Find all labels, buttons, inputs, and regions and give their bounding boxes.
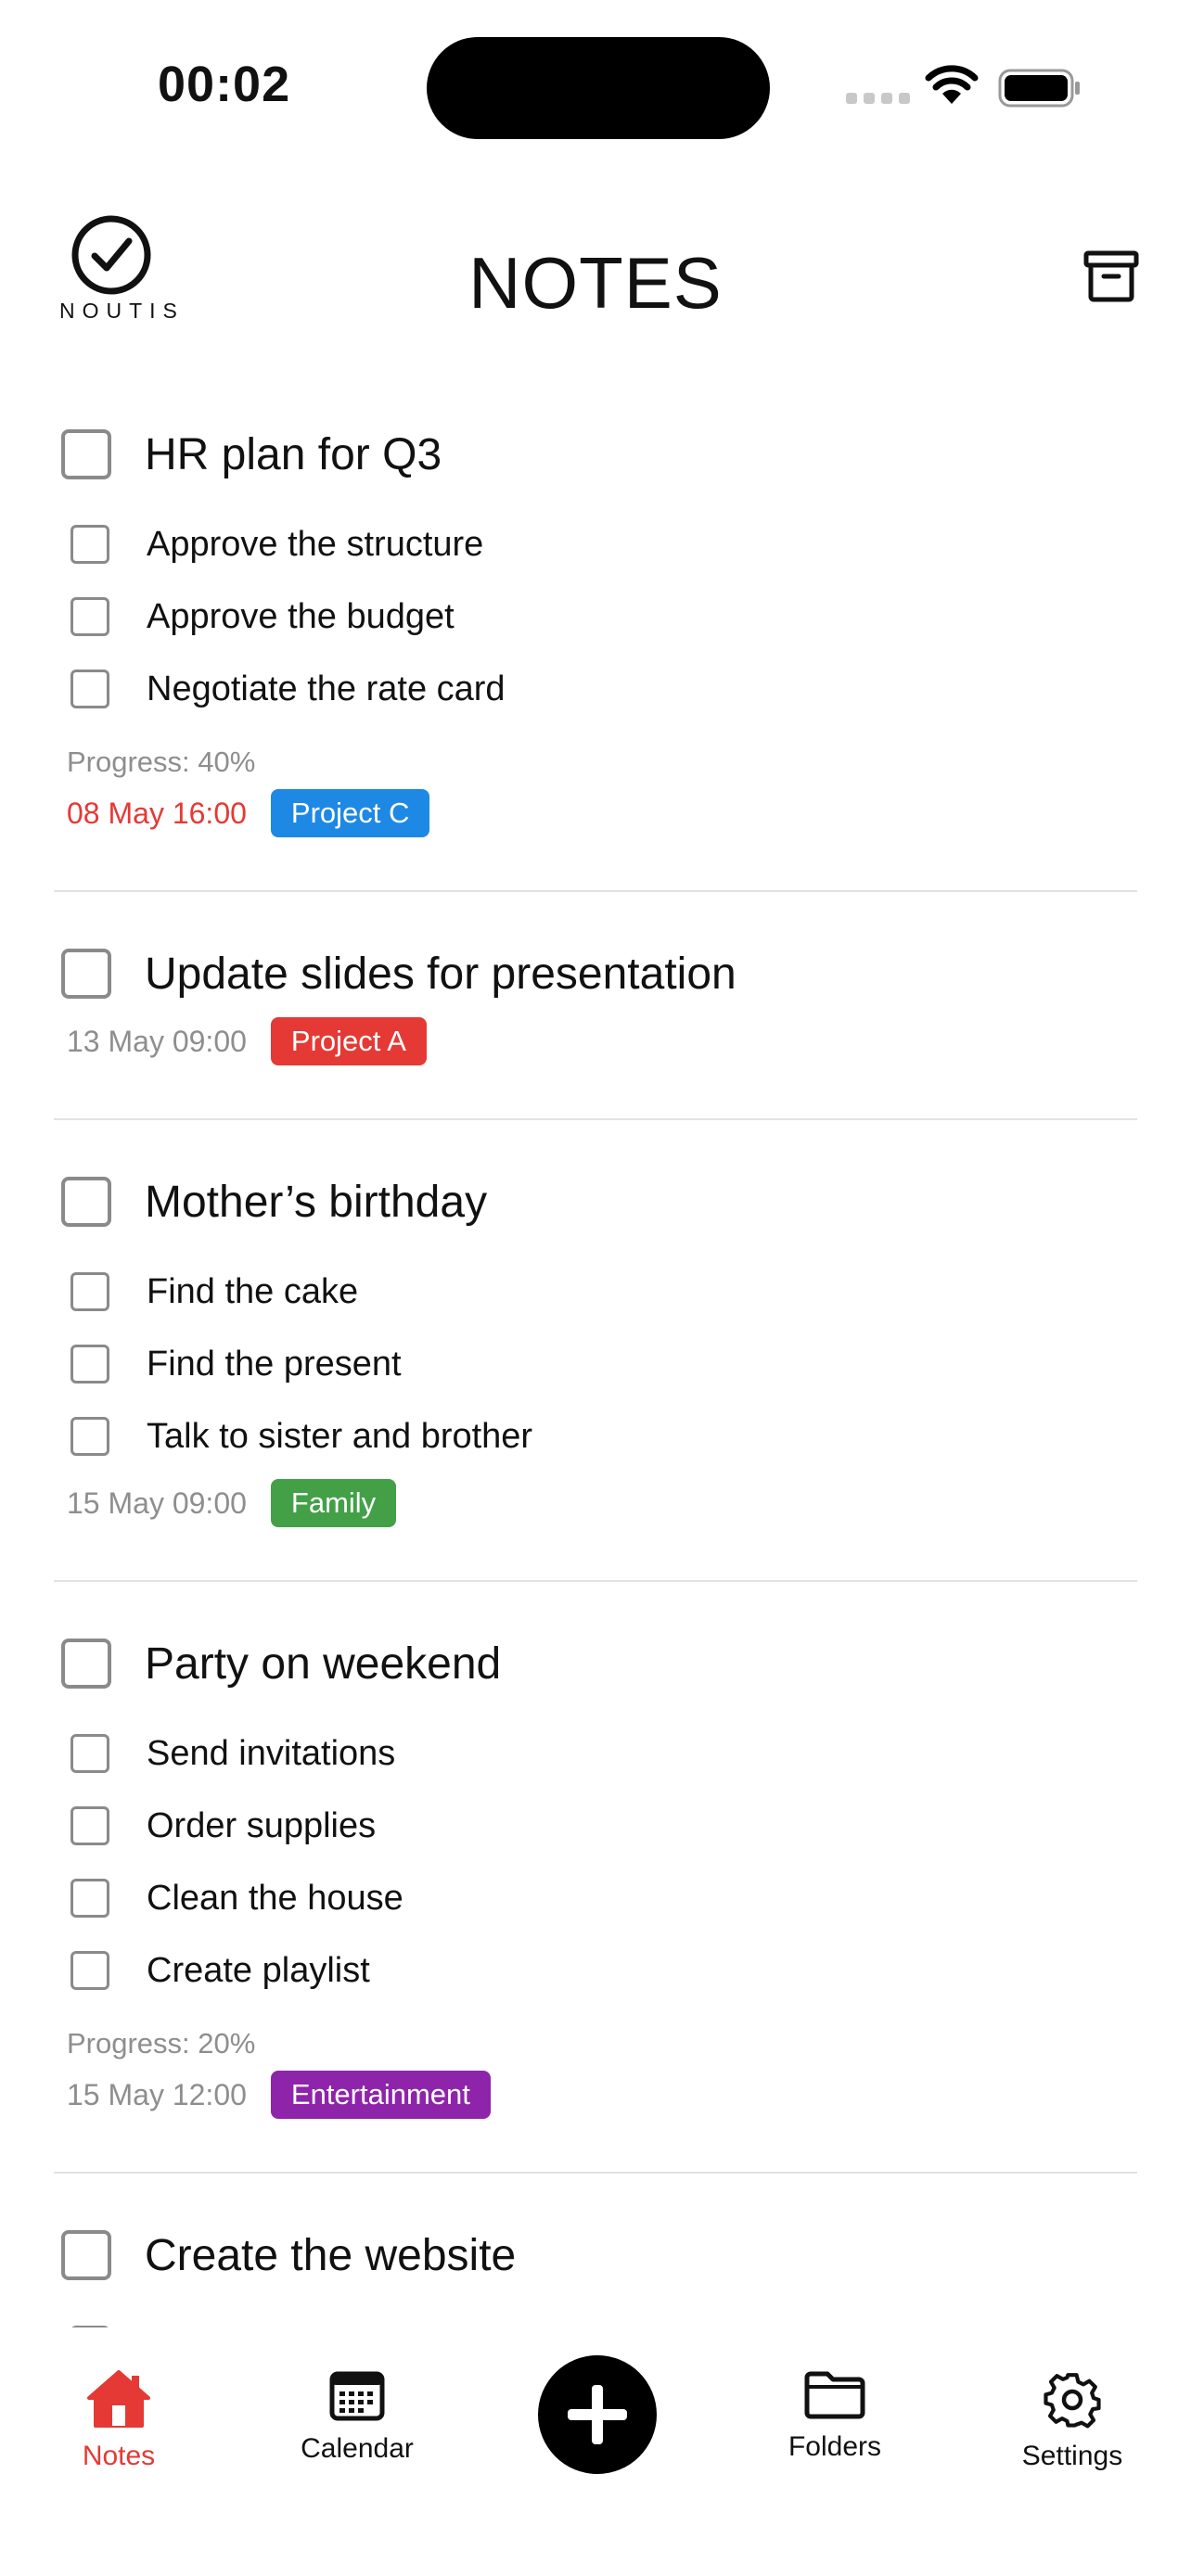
note-checkbox[interactable] (61, 949, 111, 999)
subtask-item[interactable]: Find the present (54, 1328, 1137, 1400)
note-date: 15 May 09:00 (67, 1486, 247, 1520)
calendar-icon (329, 2371, 385, 2421)
tab-notes[interactable]: Notes (17, 2327, 221, 2472)
subtask-checkbox[interactable] (70, 1734, 109, 1773)
subtask-item[interactable]: Approve the budget (54, 580, 1137, 653)
subtask-label: Order supplies (147, 1805, 377, 1845)
subtask-label: Send invitations (147, 1733, 396, 1773)
note-date: 13 May 09:00 (67, 1024, 247, 1058)
page-title: NOTES (468, 242, 723, 324)
subtask-checkbox[interactable] (70, 1417, 109, 1456)
subtask-list (54, 2309, 1137, 2327)
tab-label: Calendar (301, 2433, 414, 2464)
note-card[interactable]: Create the website (54, 2200, 1137, 2327)
subtask-checkbox[interactable] (70, 597, 109, 636)
tab-label: Notes (82, 2441, 156, 2471)
subtask-list: Send invitations Order supplies Clean th… (54, 1717, 1137, 2007)
tab-label: Folders (788, 2431, 882, 2462)
tab-folders[interactable]: Folders (733, 2327, 937, 2463)
note-title: Create the website (145, 2230, 517, 2280)
subtask-checkbox[interactable] (70, 1272, 109, 1311)
subtask-label: Find the present (147, 1344, 402, 1384)
subtask-item[interactable]: Clean the house (54, 1862, 1137, 1934)
subtask-checkbox[interactable] (70, 1951, 109, 1990)
subtask-checkbox[interactable] (70, 670, 109, 708)
note-date: 08 May 16:00 (67, 796, 247, 830)
status-time: 00:02 (158, 57, 291, 112)
home-icon (87, 2370, 150, 2428)
note-title: Party on weekend (145, 1639, 502, 1689)
status-bar: 00:02 (0, 0, 1191, 167)
progress-text: Progress: 20% (67, 2027, 256, 2060)
wifi-icon (925, 65, 979, 104)
folder-tag[interactable]: Project A (270, 1017, 427, 1065)
note-meta: 13 May 09:00 Project A (67, 1011, 1137, 1072)
folder-tag[interactable]: Entertainment (270, 2071, 491, 2119)
folder-tag[interactable]: Project C (270, 789, 430, 837)
progress-text: Progress: 40% (67, 746, 256, 778)
subtask-checkbox[interactable] (70, 525, 109, 564)
note-card[interactable]: HR plan for Q3 Approve the structure App… (54, 399, 1137, 892)
app-screen: 00:02 NOUTIS NOTES HR plan for Q3 Approv… (0, 0, 1191, 2576)
subtask-list: Find the cake Find the present Talk to s… (54, 1256, 1137, 1473)
note-checkbox[interactable] (61, 1177, 111, 1227)
subtask-list: Approve the structure Approve the budget… (54, 508, 1137, 725)
subtask-item[interactable]: Send invitations (54, 1717, 1137, 1790)
note-date: 15 May 12:00 (67, 2077, 247, 2111)
archive-icon[interactable] (1083, 250, 1139, 302)
note-title: Mother’s birthday (145, 1177, 488, 1227)
subtask-checkbox[interactable] (70, 1345, 109, 1384)
note-checkbox[interactable] (61, 1639, 111, 1689)
subtask-label: Create playlist (147, 1950, 370, 1990)
subtask-label: Approve the structure (147, 524, 484, 564)
subtask-item[interactable]: Approve the structure (54, 508, 1137, 580)
header: NOUTIS NOTES (0, 213, 1191, 343)
cellular-signal-icon (846, 93, 910, 104)
note-meta: 15 May 09:00 Family (67, 1473, 1137, 1534)
note-card[interactable]: Party on weekend Send invitations Order … (54, 1608, 1137, 2174)
tab-settings[interactable]: Settings (970, 2327, 1174, 2472)
folder-icon (804, 2371, 865, 2419)
note-title: HR plan for Q3 (145, 429, 442, 479)
subtask-label: Approve the budget (147, 596, 455, 636)
subtask-label: Clean the house (147, 1878, 403, 1918)
tab-bar: Notes Calendar Folders Settings (0, 2327, 1191, 2494)
note-card[interactable]: Mother’s birthday Find the cake Find the… (54, 1146, 1137, 1582)
note-meta: 15 May 12:00 Entertainment (67, 2064, 1137, 2125)
notes-list: HR plan for Q3 Approve the structure App… (54, 399, 1137, 2327)
subtask-item[interactable]: Negotiate the rate card (54, 653, 1137, 725)
battery-icon (998, 69, 1080, 108)
note-checkbox[interactable] (61, 2230, 111, 2280)
subtask-item[interactable]: Order supplies (54, 1790, 1137, 1862)
subtask-label: Negotiate the rate card (147, 669, 506, 708)
subtask-label: Talk to sister and brother (147, 1416, 533, 1456)
dynamic-island (427, 37, 770, 139)
tab-label: Settings (1021, 2441, 1123, 2471)
subtask-item[interactable]: Talk to sister and brother (54, 1400, 1137, 1473)
subtask-item[interactable]: Find the cake (54, 1256, 1137, 1328)
subtask-item[interactable]: Create playlist (54, 1934, 1137, 2007)
note-title: Update slides for presentation (145, 949, 736, 999)
note-meta: 08 May 16:00 Project C (67, 783, 1137, 844)
subtask-label: Find the cake (147, 1271, 359, 1311)
subtask-checkbox[interactable] (70, 1879, 109, 1918)
subtask-checkbox[interactable] (70, 1806, 109, 1845)
folder-tag[interactable]: Family (270, 1479, 397, 1527)
note-checkbox[interactable] (61, 429, 111, 479)
subtask-item[interactable] (54, 2309, 1137, 2327)
add-note-button[interactable] (538, 2355, 657, 2474)
gear-icon (1044, 2373, 1101, 2429)
note-card[interactable]: Update slides for presentation 13 May 09… (54, 918, 1137, 1120)
tab-calendar[interactable]: Calendar (255, 2327, 459, 2465)
